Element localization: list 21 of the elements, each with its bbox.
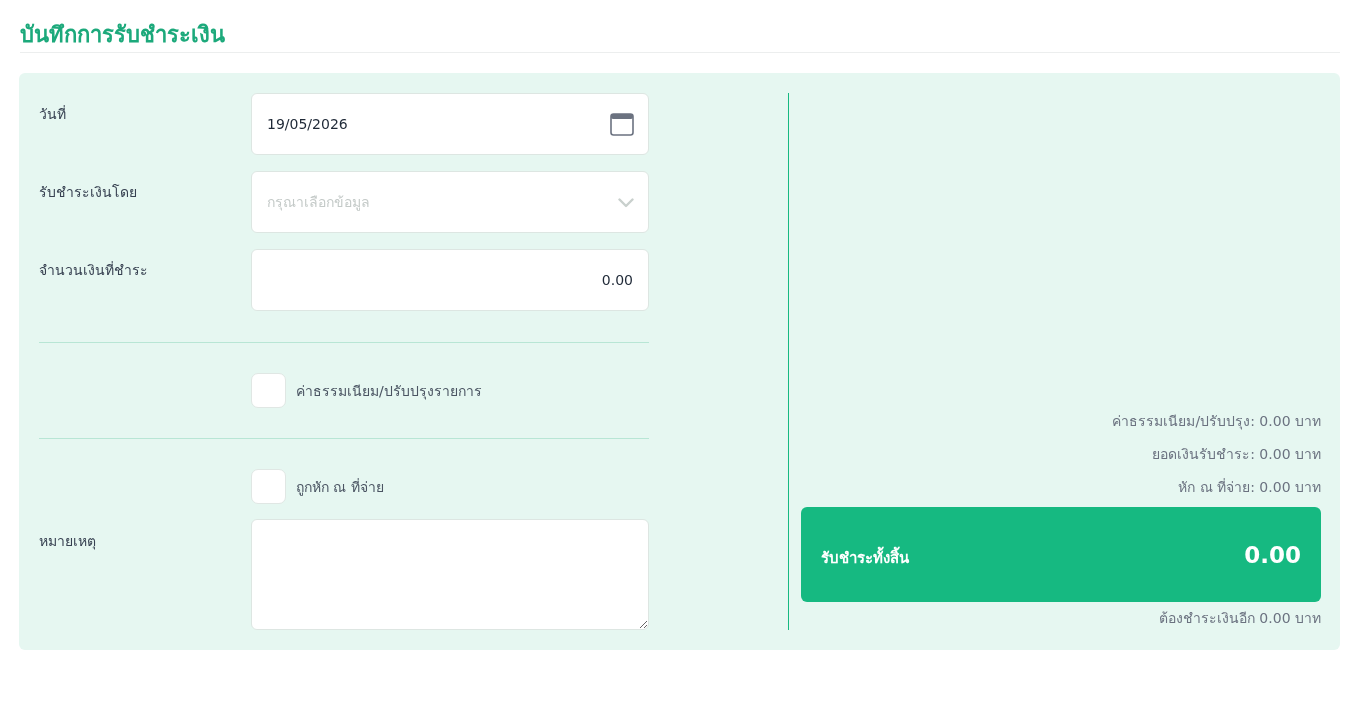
field-label: จำนวนเงินที่ชำระ <box>39 262 148 278</box>
calendar-icon <box>610 112 634 136</box>
field-label: หมายเหตุ <box>39 533 96 549</box>
checkbox[interactable] <box>251 373 286 408</box>
page-title: บันทึกการรับชำระเงิน <box>20 22 225 47</box>
summary-line: ค่าธรรมเนียม/ปรับปรุง: 0.00 บาท <box>1112 412 1321 432</box>
summary-line: หัก ณ ที่จ่าย: 0.00 บาท <box>1178 477 1321 497</box>
total-label: รับชำระทั้งสิ้น <box>821 545 909 569</box>
amount-field[interactable]: 0.00 <box>251 249 649 311</box>
date-field[interactable]: 19/05/2026 <box>251 93 649 155</box>
field-label: รับชำระเงินโดย <box>39 184 137 200</box>
total-value: 0.00 <box>1244 541 1301 568</box>
remaining-amount-text: ต้องชำระเงินอีก 0.00 บาท <box>1158 609 1321 628</box>
chevron-down-icon <box>618 198 634 208</box>
checkbox-label: ค่าธรรมเนียม/ปรับปรุงรายการ <box>296 381 482 402</box>
summary-line: ยอดเงินรับชำระ: 0.00 บาท <box>1152 445 1321 464</box>
checkbox[interactable] <box>251 469 286 504</box>
payment-method-select[interactable]: กรุณาเลือกข้อมูล <box>251 171 649 233</box>
field-label: วันที่ <box>39 106 66 122</box>
checkbox-label: ถูกหัก ณ ที่จ่าย <box>296 477 384 498</box>
note-field[interactable] <box>251 519 649 630</box>
